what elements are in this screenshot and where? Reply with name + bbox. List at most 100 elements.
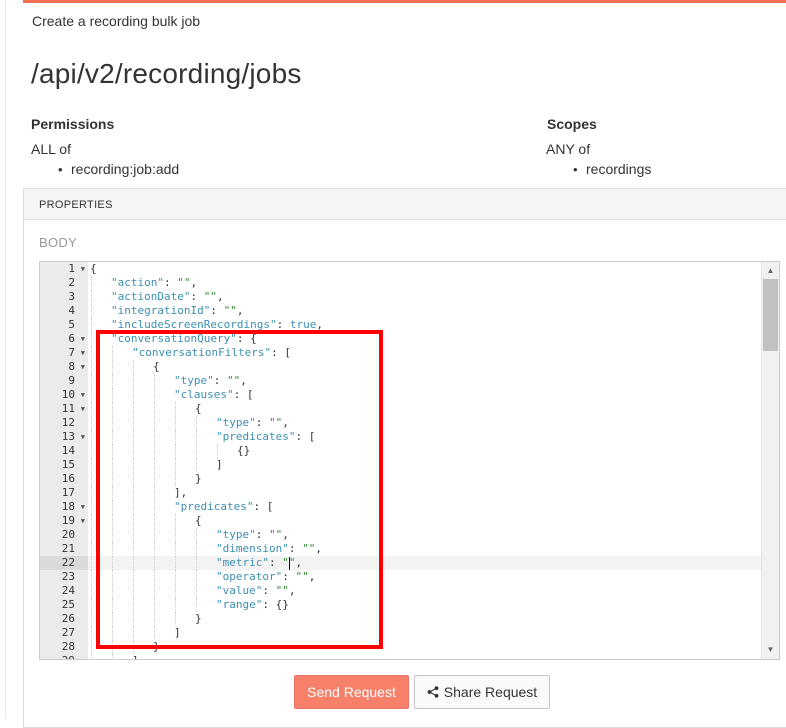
indent-guide <box>133 556 134 570</box>
code-line[interactable]: "dimension": "", <box>88 542 761 556</box>
indent-guide <box>91 458 92 472</box>
code-line[interactable]: } <box>88 612 761 626</box>
scroll-down-icon[interactable]: ▼ <box>762 643 779 657</box>
code-line[interactable]: { <box>88 360 761 374</box>
indent-guide <box>91 402 92 416</box>
code-token: { <box>90 262 97 275</box>
fold-arrow-icon[interactable]: ▼ <box>81 500 85 514</box>
fold-arrow-icon[interactable]: ▼ <box>81 388 85 402</box>
code-line[interactable]: "predicates": [ <box>88 500 761 514</box>
indent-guide <box>217 444 218 458</box>
code-line[interactable]: } <box>88 472 761 486</box>
fold-arrow-icon[interactable]: ▼ <box>81 332 85 346</box>
indent-guide <box>175 612 176 626</box>
code-line[interactable]: ], <box>88 486 761 500</box>
code-token: "type" <box>174 374 214 387</box>
indent-guide <box>133 416 134 430</box>
code-line[interactable]: {} <box>88 444 761 458</box>
code-line[interactable]: "value": "", <box>88 584 761 598</box>
indent-guide <box>175 556 176 570</box>
code-token: : <box>282 570 296 583</box>
line-number-gutter: 1 ▼ 2 3 4 5 6 ▼ 7 ▼ 8 ▼ 9 10 ▼ 11 ▼ 12 13 ▼ 14 15 16 17 18 ▼ 19 ▼ 20… <box>40 262 88 659</box>
line-number-text: 13 <box>61 430 75 443</box>
code-token: "" <box>302 542 316 555</box>
code-line[interactable]: "clauses": [ <box>88 388 761 402</box>
line-number: 8 ▼ <box>40 360 88 374</box>
share-request-button[interactable]: Share Request <box>414 675 550 709</box>
line-number: 25 <box>40 598 88 612</box>
fold-arrow-icon[interactable]: ▼ <box>81 514 85 528</box>
editor-scrollbar[interactable]: ▲ ▼ <box>761 262 779 659</box>
scroll-up-icon[interactable]: ▲ <box>762 264 779 278</box>
indent-guide <box>112 640 113 654</box>
code-line[interactable]: { <box>88 262 761 276</box>
fold-arrow-icon[interactable]: ▼ <box>81 430 85 444</box>
code-token: "" <box>203 290 217 303</box>
code-token: "" <box>177 276 191 289</box>
code-line[interactable]: "predicates": [ <box>88 430 761 444</box>
indent-guide <box>154 570 155 584</box>
send-request-button[interactable]: Send Request <box>294 675 409 709</box>
code-line[interactable]: { <box>88 402 761 416</box>
line-number: 17 <box>40 486 88 500</box>
code-token: } <box>195 612 202 625</box>
line-number: 11 ▼ <box>40 402 88 416</box>
code-line[interactable]: "actionDate": "", <box>88 290 761 304</box>
line-number-text: 25 <box>61 598 75 611</box>
json-body-editor[interactable]: 1 ▼ 2 3 4 5 6 ▼ 7 ▼ 8 ▼ 9 10 ▼ 11 ▼ 12 13 ▼ 14 15 16 17 18 ▼ 19 ▼ 20… <box>39 261 780 660</box>
code-line[interactable]: ] <box>88 458 761 472</box>
code-token: : <box>268 556 283 569</box>
indent-guide <box>91 304 92 318</box>
code-line[interactable]: "conversationQuery": { <box>88 332 761 346</box>
code-line[interactable]: } <box>88 640 761 654</box>
code-line[interactable]: ], <box>88 654 761 659</box>
indent-guide <box>175 598 176 612</box>
code-line[interactable]: "type": "", <box>88 416 761 430</box>
top-accent-bar <box>23 0 786 3</box>
code-line[interactable]: "action": "", <box>88 276 761 290</box>
scroll-thumb[interactable] <box>763 279 778 351</box>
code-line[interactable]: "range": {} <box>88 598 761 612</box>
indent-guide <box>112 570 113 584</box>
code-token: "" <box>223 304 237 317</box>
line-number-text: 26 <box>61 612 75 625</box>
code-token: "includeScreenRecordings" <box>111 318 277 331</box>
indent-guide <box>91 276 92 290</box>
indent-guide <box>196 570 197 584</box>
indent-guide <box>112 360 113 374</box>
code-token: {} <box>237 444 251 457</box>
indent-guide <box>91 486 92 500</box>
fold-arrow-icon[interactable]: ▼ <box>81 346 85 360</box>
line-number-text: 21 <box>61 542 75 555</box>
code-line[interactable]: { <box>88 514 761 528</box>
code-token: ], <box>174 486 188 499</box>
indent-guide <box>154 556 155 570</box>
indent-guide <box>112 346 113 360</box>
indent-guide <box>175 402 176 416</box>
code-token: : <box>262 584 276 597</box>
code-line[interactable]: "type": "", <box>88 374 761 388</box>
indent-guide <box>91 430 92 444</box>
code-line[interactable]: ] <box>88 626 761 640</box>
indent-guide <box>154 514 155 528</box>
code-line[interactable]: "includeScreenRecordings": true, <box>88 318 761 332</box>
code-line[interactable]: "type": "", <box>88 528 761 542</box>
code-token: : <box>255 528 269 541</box>
indent-guide <box>91 346 92 360</box>
line-number-text: 22 <box>61 556 75 569</box>
indent-guide <box>196 416 197 430</box>
indent-guide <box>112 430 113 444</box>
line-number-text: 17 <box>61 486 75 499</box>
code-line[interactable]: "conversationFilters": [ <box>88 346 761 360</box>
line-number-text: 4 <box>68 304 75 317</box>
fold-arrow-icon[interactable]: ▼ <box>81 360 85 374</box>
fold-arrow-icon[interactable]: ▼ <box>81 262 85 276</box>
code-area[interactable]: {"action": "", "actionDate": "", "integrat… <box>88 262 761 659</box>
fold-arrow-icon[interactable]: ▼ <box>81 402 85 416</box>
indent-guide <box>133 388 134 402</box>
code-line[interactable]: "operator": "", <box>88 570 761 584</box>
code-line[interactable]: "integrationId": "", <box>88 304 761 318</box>
line-number: 21 <box>40 542 88 556</box>
code-line[interactable]: "metric": "", <box>88 556 761 570</box>
indent-guide <box>91 290 92 304</box>
